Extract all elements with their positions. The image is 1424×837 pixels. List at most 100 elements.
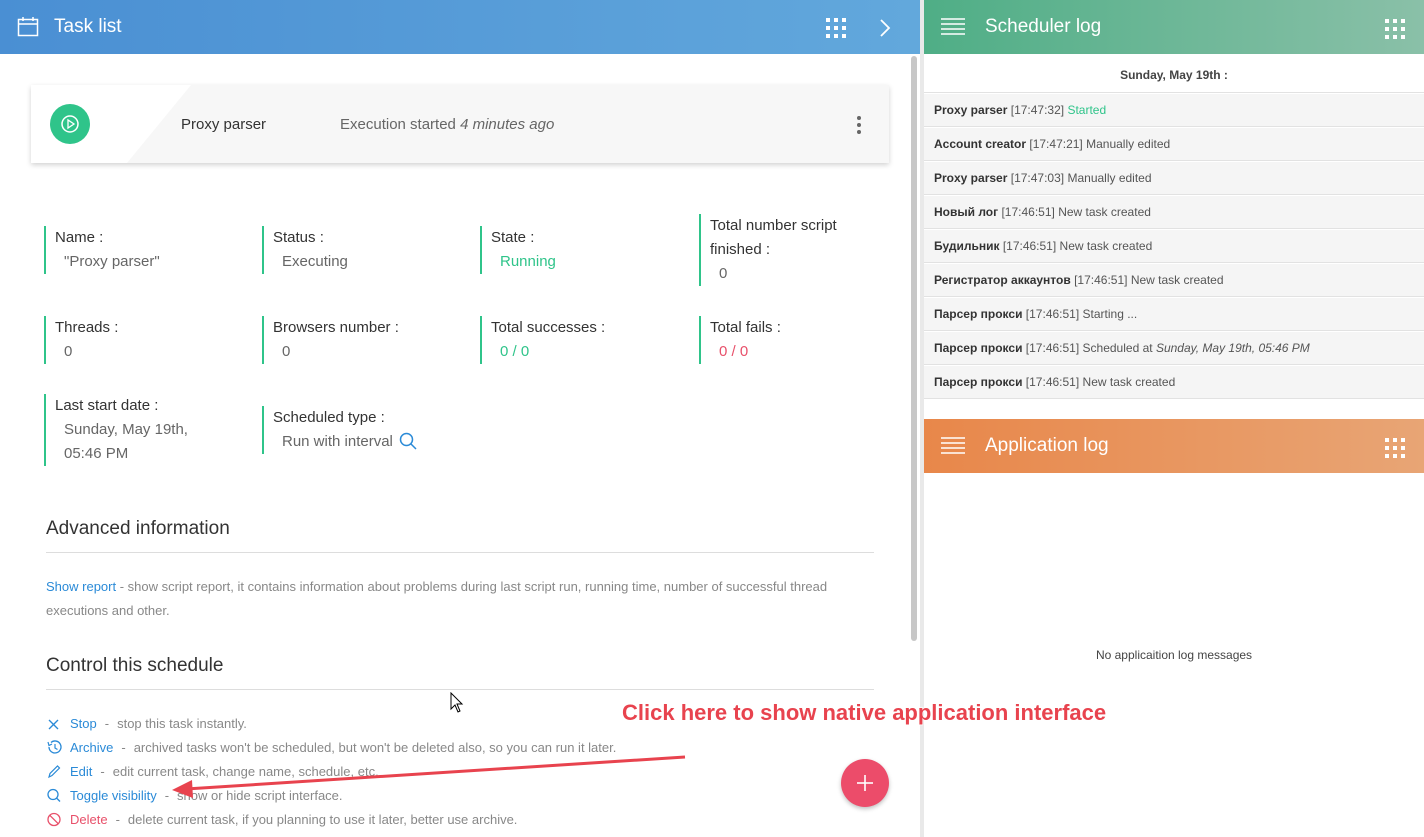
log-entry-msg: Scheduled at [1082, 341, 1153, 355]
field-scheduled-type: Scheduled type : Run with interval [262, 406, 417, 454]
log-entry-msg: Manually edited [1086, 137, 1171, 151]
field-successes: Total successes : 0 / 0 [480, 316, 605, 364]
block-icon[interactable] [46, 811, 62, 827]
log-entry-name: Парсер прокси [934, 307, 1023, 321]
log-entry-name: Парсер прокси [934, 375, 1023, 389]
close-icon[interactable] [46, 715, 62, 731]
log-entry-time: [17:46:51] [1025, 375, 1080, 389]
field-status-label: Status : [273, 229, 324, 246]
toggle-visibility-desc: show or hide script interface. [177, 787, 343, 803]
advanced-divider [46, 552, 874, 553]
log-entry-name: Proxy parser [934, 103, 1008, 117]
task-name: Proxy parser [181, 116, 267, 133]
log-date-header: Sunday, May 19th : [924, 58, 1424, 93]
field-total-finished-label-1: Total number script [710, 217, 837, 234]
log-entry-time: [17:46:51] [1025, 307, 1080, 321]
edit-link[interactable]: Edit [70, 764, 92, 779]
field-status-value: Executing [282, 253, 348, 270]
show-report-link[interactable]: Show report [46, 579, 116, 594]
apps-grid-icon[interactable] [1385, 438, 1405, 458]
stop-link[interactable]: Stop [70, 716, 97, 731]
search-icon[interactable] [46, 787, 62, 803]
stop-dash: - [104, 715, 110, 731]
log-entry-msg: New task created [1059, 239, 1153, 253]
field-successes-label: Total successes : [491, 319, 606, 336]
advanced-info-title: Advanced information [46, 518, 230, 539]
field-name-label: Name : [55, 229, 104, 246]
chevron-right-icon[interactable] [878, 18, 892, 38]
log-entry: Account creator [17:47:21] Manually edit… [924, 128, 1424, 161]
log-entry-time: [17:47:32] [1010, 103, 1065, 117]
scheduler-log-header: Scheduler log [924, 0, 1424, 54]
control-stop: Stop - stop this task instantly. [46, 713, 247, 733]
application-log-title: Application log [985, 435, 1109, 456]
log-entry: Парсер прокси [17:46:51] Scheduled at Su… [924, 332, 1424, 365]
field-browsers-value: 0 [282, 343, 291, 360]
field-status: Status : Executing [262, 226, 348, 274]
search-icon[interactable] [399, 432, 417, 450]
scheduler-log-title: Scheduler log [985, 16, 1102, 37]
log-entry-msg: New task created [1058, 205, 1151, 219]
control-toggle-visibility: Toggle visibility - show or hide script … [46, 785, 343, 805]
log-entry-msg: Started [1067, 103, 1107, 117]
apps-grid-icon[interactable] [1385, 19, 1405, 39]
log-entry-time: [17:46:51] [1001, 205, 1055, 219]
menu-icon[interactable] [941, 436, 965, 454]
field-name: Name : "Proxy parser" [44, 226, 160, 274]
field-name-value: "Proxy parser" [64, 253, 160, 270]
menu-icon[interactable] [941, 17, 965, 35]
application-log-empty: No applicaition log messages [1095, 648, 1253, 662]
toggle-visibility-link[interactable]: Toggle visibility [70, 788, 157, 803]
log-entry-msg: Starting ... [1082, 307, 1138, 321]
stop-desc: stop this task instantly. [117, 715, 247, 731]
control-archive: Archive - archived tasks won't be schedu… [46, 737, 616, 757]
edit-desc: edit current task, change name, schedule… [112, 763, 379, 779]
delete-dash: - [115, 811, 120, 827]
log-entry-name: Регистратор аккаунтов [934, 273, 1071, 287]
log-entry-name: Будильник [934, 239, 1000, 253]
archive-dash: - [121, 739, 126, 755]
pencil-icon[interactable] [46, 763, 62, 779]
field-fails-label: Total fails : [710, 319, 781, 336]
delete-link[interactable]: Delete [70, 812, 108, 827]
archive-desc: archived tasks won't be scheduled, but w… [133, 739, 617, 755]
field-fails-value: 0 / 0 [719, 343, 749, 360]
play-icon[interactable] [50, 104, 90, 144]
annotation-text: Click here to show native application in… [621, 699, 1107, 725]
log-entry-msg: New task created [1082, 375, 1176, 389]
scrollbar[interactable] [911, 56, 917, 641]
field-state-label: State : [491, 229, 535, 246]
scheduled-type-text: Run with interval [282, 433, 393, 450]
delete-desc: delete current task, if you planning to … [127, 811, 518, 827]
field-last-start-value-2: 05:46 PM [64, 445, 129, 462]
field-last-start-label: Last start date : [55, 397, 159, 414]
log-entry: Будильник [17:46:51] New task created [924, 230, 1424, 263]
execution-status: Execution started 4 minutes ago [340, 116, 554, 133]
field-last-start-value-1: Sunday, May 19th, [64, 421, 188, 438]
log-entry-time: [17:46:51] [1002, 239, 1057, 253]
application-log-header: Application log [924, 419, 1424, 473]
field-successes-value: 0 / 0 [500, 343, 530, 360]
more-vert-icon[interactable] [856, 115, 862, 135]
log-entry-time: [17:47:21] [1029, 137, 1083, 151]
history-icon[interactable] [46, 739, 62, 755]
task-list-title: Task list [54, 16, 122, 37]
add-task-button[interactable] [841, 759, 889, 807]
log-entry: Регистратор аккаунтов [17:46:51] New tas… [924, 264, 1424, 297]
log-entry-msg: New task created [1130, 273, 1224, 287]
apps-grid-icon[interactable] [826, 18, 846, 38]
archive-link[interactable]: Archive [70, 740, 113, 755]
field-total-finished: Total number script finished : 0 [699, 214, 837, 286]
log-entry-name: Account creator [934, 137, 1027, 151]
control-divider [46, 689, 874, 690]
field-scheduled-type-value: Run with interval [273, 430, 417, 454]
log-entry: Proxy parser [17:47:32] Started [924, 94, 1424, 127]
task-card[interactable]: Proxy parser Execution started 4 minutes… [31, 85, 889, 163]
plus-icon [857, 775, 873, 791]
log-entry-italic: Sunday, May 19th, 05:46 PM [1155, 341, 1310, 355]
field-fails: Total fails : 0 / 0 [699, 316, 781, 364]
log-entry-msg: Manually edited [1067, 171, 1152, 185]
control-delete: Delete - delete current task, if you pla… [46, 809, 517, 829]
field-last-start: Last start date : Sunday, May 19th, 05:4… [44, 394, 188, 466]
advanced-info-text: Show report - show script report, it con… [46, 575, 866, 623]
